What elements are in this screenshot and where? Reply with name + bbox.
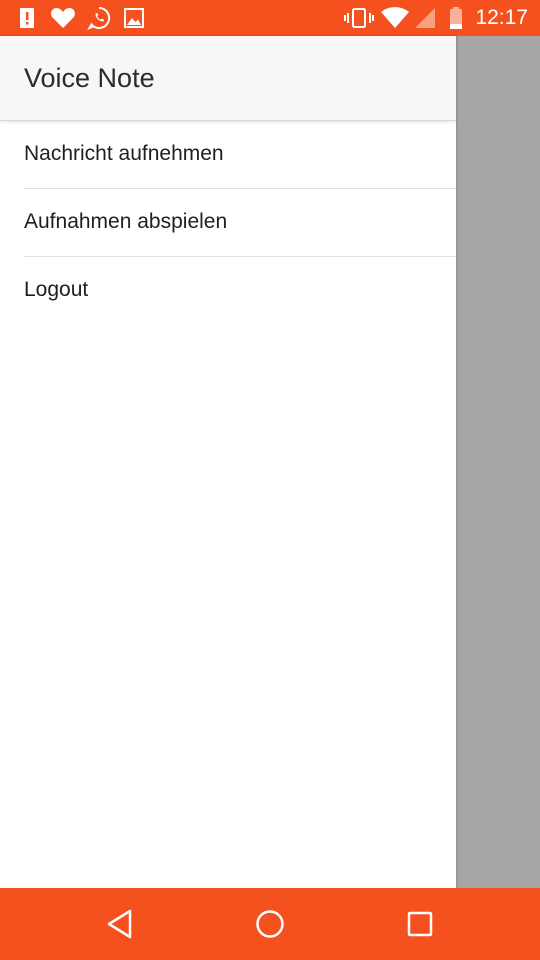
- menu-item-label: Nachricht aufnehmen: [24, 142, 224, 165]
- navigation-bar: [0, 888, 540, 960]
- menu-item-record-message[interactable]: Nachricht aufnehmen: [0, 121, 456, 189]
- status-time: 12:17: [475, 6, 528, 29]
- navigation-drawer: Voice Note Nachricht aufnehmen Aufnahmen…: [0, 36, 456, 888]
- whatsapp-icon: [86, 6, 112, 30]
- drawer-menu: Nachricht aufnehmen Aufnahmen abspielen …: [0, 121, 456, 325]
- drawer-header: Voice Note: [0, 36, 456, 121]
- home-icon[interactable]: [252, 906, 288, 942]
- alert-icon: [16, 6, 38, 30]
- heart-icon: [50, 6, 76, 30]
- recents-icon[interactable]: [402, 906, 438, 942]
- battery-icon: [448, 6, 464, 30]
- screen: 12:17 Voice Note Nachricht aufnehmen Auf…: [0, 0, 540, 960]
- menu-item-label: Logout: [24, 278, 89, 301]
- back-icon[interactable]: [102, 906, 138, 942]
- vibrate-icon: [344, 6, 374, 30]
- image-icon: [122, 6, 146, 30]
- signal-icon: [412, 6, 438, 30]
- menu-item-label: Aufnahmen abspielen: [24, 210, 228, 233]
- wifi-icon: [380, 6, 410, 30]
- menu-item-play-recordings[interactable]: Aufnahmen abspielen: [0, 189, 456, 257]
- drawer-title: Voice Note: [24, 63, 155, 93]
- drawer-scrim[interactable]: [456, 36, 540, 888]
- menu-item-logout[interactable]: Logout: [0, 257, 456, 325]
- status-bar: 12:17: [0, 0, 540, 36]
